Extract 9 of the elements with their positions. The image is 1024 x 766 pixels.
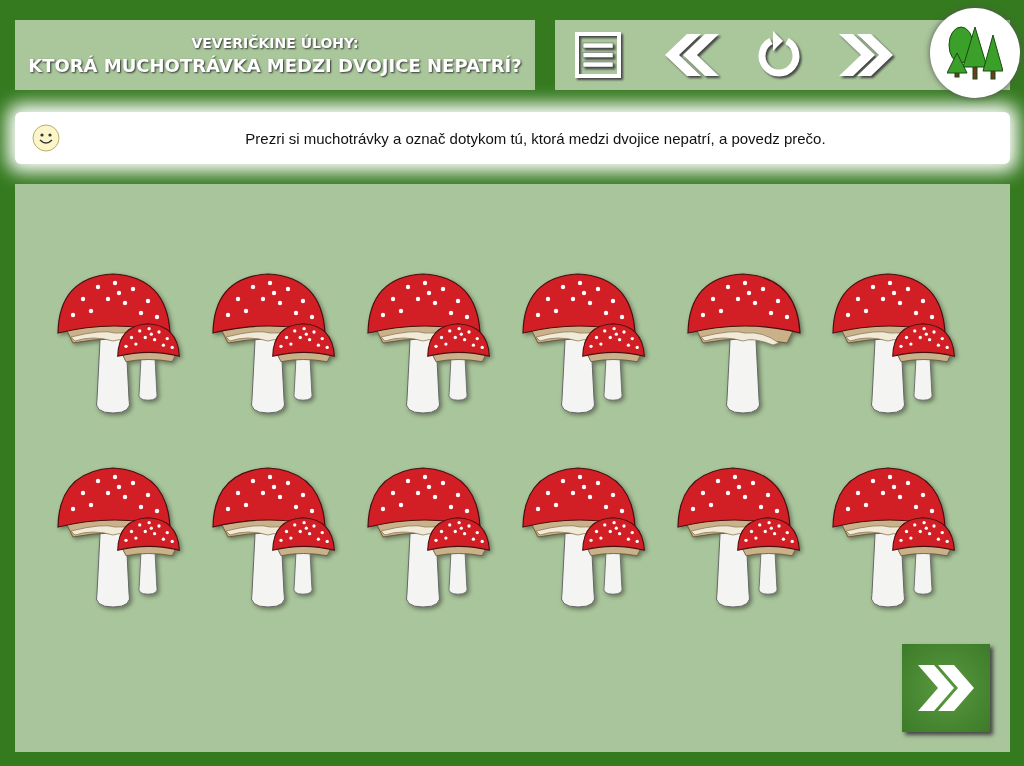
smiley-icon bbox=[31, 123, 61, 153]
instruction-text: Prezri si muchotrávky a označ dotykom tú, ktorá medzi dvojice nepatrí, a povedz prečo. bbox=[244, 129, 827, 147]
forest-logo-icon[interactable] bbox=[930, 8, 1020, 98]
activity-subtitle: VEVERIČKINE ÚLOHY: bbox=[191, 34, 359, 51]
double-chevron-icon bbox=[918, 663, 974, 713]
reload-icon[interactable] bbox=[755, 31, 803, 79]
menu-icon[interactable] bbox=[575, 32, 621, 78]
activity-title: KTORÁ MUCHOTRÁVKA MEDZI DVOJICE NEPATRÍ? bbox=[28, 54, 522, 76]
next-button[interactable] bbox=[902, 644, 990, 732]
